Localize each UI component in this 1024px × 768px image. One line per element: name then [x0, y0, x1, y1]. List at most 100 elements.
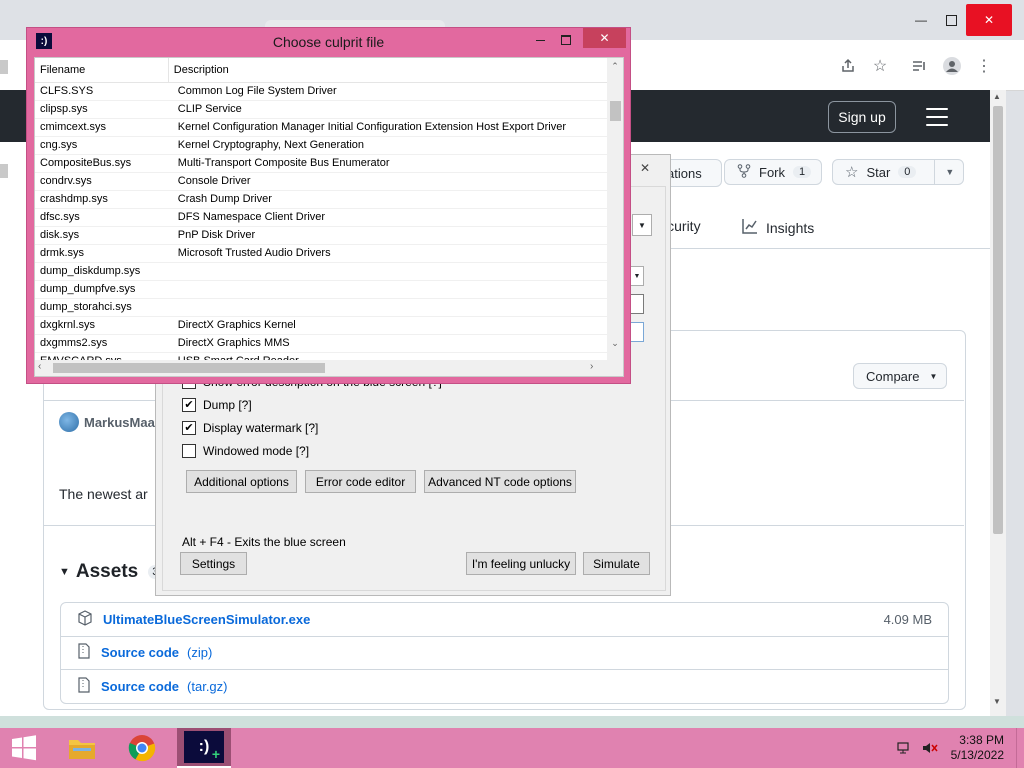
file-name-cell: dxgmms2.sys	[40, 337, 108, 349]
file-description-cell: DFS Namespace Client Driver	[177, 211, 326, 223]
fork-button[interactable]: Fork 1	[724, 159, 822, 185]
zip-icon	[77, 643, 91, 662]
settings-button[interactable]: Settings	[180, 552, 247, 575]
text-field[interactable]	[630, 322, 644, 342]
tab-insights-label: Insights	[766, 219, 815, 236]
show-desktop-button[interactable]	[1016, 728, 1024, 768]
network-icon[interactable]	[896, 740, 912, 759]
file-name-cell: drmk.sys	[40, 247, 84, 259]
file-name-cell: dump_diskdump.sys	[40, 265, 141, 277]
text-field[interactable]	[630, 294, 644, 314]
volume-muted-icon[interactable]	[921, 740, 939, 759]
dialog-close-button[interactable]: ✕	[583, 28, 626, 48]
list-vertical-thumb[interactable]	[610, 101, 621, 121]
clock[interactable]: 3:38 PM 5/13/2022	[944, 733, 1004, 763]
checkbox-label: Dump [?]	[203, 398, 252, 412]
desktop-icon-fragment	[0, 164, 8, 178]
assets-title: Assets	[75, 561, 139, 582]
scroll-down-icon[interactable]: ⌄	[607, 338, 623, 349]
start-button[interactable]	[2, 728, 46, 768]
hamburger-menu-icon[interactable]	[926, 105, 948, 126]
file-list-row[interactable]: condrv.sys Console Driver	[35, 173, 607, 191]
file-description-cell: DirectX Graphics Kernel	[177, 319, 296, 331]
list-header: Filename Description	[35, 58, 607, 83]
chevron-down-icon: ▼	[929, 371, 938, 381]
list-horizontal-thumb[interactable]	[53, 363, 325, 373]
release-author[interactable]: MarkusMaa	[59, 412, 155, 432]
file-explorer-button[interactable]	[60, 728, 104, 768]
advanced-nt-code-options-button[interactable]: Advanced NT code options	[424, 470, 576, 493]
file-list-row[interactable]: CompositeBus.sys Multi-Transport Composit…	[35, 155, 607, 173]
file-description-cell: Crash Dump Driver	[177, 193, 272, 205]
file-list-row[interactable]: dump_storahci.sys	[35, 299, 607, 317]
file-description-cell: Kernel Cryptography, Next Generation	[177, 139, 365, 151]
column-description[interactable]: Description	[169, 58, 607, 82]
file-list-row[interactable]: dump_diskdump.sys	[35, 263, 607, 281]
feeling-unlucky-button[interactable]: I'm feeling unlucky	[466, 552, 576, 575]
file-name-cell: dxgkrnl.sys	[40, 319, 96, 331]
file-list-row[interactable]: cng.sys Kernel Cryptography, Next Generat…	[35, 137, 607, 155]
signup-button[interactable]: Sign up	[828, 101, 896, 133]
dialog-titlebar[interactable]: :) Choose culprit file ✕	[27, 28, 630, 56]
file-list-row[interactable]: EMVSCARD.sysUSB Smart Card Reader	[35, 353, 607, 360]
column-filename[interactable]: Filename	[35, 58, 169, 82]
page-scrollbar-thumb[interactable]	[993, 106, 1003, 534]
asset-link[interactable]: UltimateBlueScreenSimulator.exe	[103, 612, 310, 627]
dump-checkbox[interactable]: ✔ Dump [?]	[182, 398, 252, 412]
star-count: 0	[898, 166, 917, 178]
assets-toggle[interactable]: ▼ Assets 3	[59, 561, 163, 583]
dropdown-arrow-icon[interactable]: ▼	[632, 214, 652, 236]
file-list-row[interactable]: CLFS.SYS Common Log File System Driver	[35, 83, 607, 101]
checkmark-icon: ✔	[182, 398, 196, 412]
asset-sub: (tar.gz)	[187, 679, 228, 694]
share-icon[interactable]	[834, 52, 862, 80]
checkmark-icon: ✔	[182, 421, 196, 435]
file-list-row[interactable]: dfsc.sys DFS Namespace Client Driver	[35, 209, 607, 227]
file-list-row[interactable]: cmimcext.sys Kernel Configuration Manager…	[35, 119, 607, 137]
scroll-up-icon[interactable]: ▲	[993, 92, 1001, 101]
file-list-row[interactable]: clipsp.sys CLIP Service	[35, 101, 607, 119]
compare-button[interactable]: Compare ▼	[853, 363, 947, 389]
file-list-row[interactable]: dump_dumpfve.sys	[35, 281, 607, 299]
caret-down-icon: ▼	[59, 566, 70, 578]
culprit-file-list[interactable]: Filename Description CLFS.SYS Common Log …	[34, 57, 624, 377]
minimize-icon[interactable]	[527, 30, 553, 50]
dropdown-arrow-icon[interactable]: ▼	[630, 266, 644, 286]
file-list-row[interactable]: crashdmp.sys Crash Dump Driver	[35, 191, 607, 209]
chevron-down-icon[interactable]: ▼	[934, 159, 954, 185]
reading-list-icon[interactable]	[905, 52, 933, 80]
bsod-simulator-taskbar-button[interactable]: :) +	[177, 728, 231, 768]
file-description-cell: DirectX Graphics MMS	[177, 337, 290, 349]
chrome-button[interactable]	[120, 728, 164, 768]
graph-icon	[742, 218, 758, 237]
scroll-left-icon[interactable]: ‹	[38, 361, 41, 372]
menu-icon[interactable]: ⋮	[970, 52, 998, 80]
simulator-close-icon[interactable]: ✕	[632, 158, 658, 178]
scroll-down-icon[interactable]: ▼	[993, 697, 1001, 706]
file-list-row[interactable]: disk.sys PnP Disk Driver	[35, 227, 607, 245]
browser-close-button[interactable]: ✕	[966, 4, 1012, 36]
bsod-app-icon: :) +	[184, 731, 224, 763]
desktop-icon-fragment	[0, 60, 8, 74]
file-list-row[interactable]: dxgmms2.sys DirectX Graphics MMS	[35, 335, 607, 353]
exit-hint: Alt + F4 - Exits the blue screen	[182, 535, 346, 549]
tab-insights[interactable]: Insights	[742, 218, 814, 237]
file-list-row[interactable]: dxgkrnl.sys DirectX Graphics Kernel	[35, 317, 607, 335]
profile-icon[interactable]	[938, 52, 966, 80]
star-icon[interactable]: ☆	[866, 52, 894, 80]
clock-time: 3:38 PM	[959, 733, 1004, 747]
file-list-row[interactable]: drmk.sys Microsoft Trusted Audio Drivers	[35, 245, 607, 263]
error-code-editor-button[interactable]: Error code editor	[305, 470, 416, 493]
additional-options-button[interactable]: Additional options	[186, 470, 297, 493]
file-description-cell: USB Smart Card Reader	[173, 353, 607, 360]
windowed-mode-checkbox[interactable]: Windowed mode [?]	[182, 444, 309, 458]
scroll-up-icon[interactable]: ⌃	[607, 61, 623, 72]
simulate-button[interactable]: Simulate	[583, 552, 650, 575]
watermark-checkbox[interactable]: ✔ Display watermark [?]	[182, 421, 318, 435]
scroll-right-icon[interactable]: ›	[590, 361, 593, 372]
star-button[interactable]: ☆ Star 0 ▼	[832, 159, 964, 185]
asset-link[interactable]: Source code	[101, 645, 179, 660]
asset-link[interactable]: Source code	[101, 679, 179, 694]
author-name: MarkusMaa	[84, 414, 155, 430]
maximize-icon[interactable]	[553, 30, 579, 50]
